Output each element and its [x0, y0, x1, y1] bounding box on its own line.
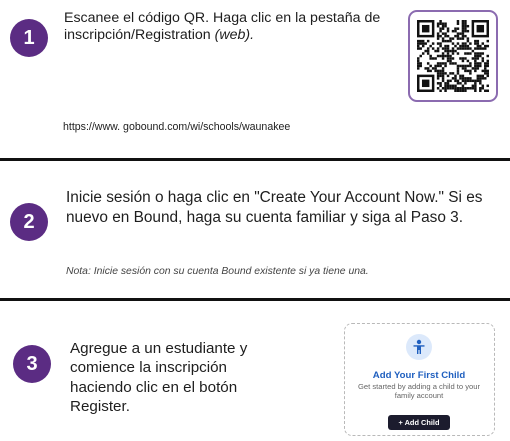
- divider-1: [0, 158, 510, 161]
- step-1-instructions: Escanee el código QR. Haga clic en la pe…: [64, 10, 384, 45]
- step-2-note: Nota: Inicie sesión con su cuenta Bound …: [66, 266, 369, 277]
- step-1-badge: 1: [10, 19, 48, 57]
- divider-2: [0, 298, 510, 301]
- step-2-badge: 2: [10, 203, 48, 241]
- registration-url[interactable]: https://www. gobound.com/wi/schools/waun…: [63, 121, 290, 134]
- add-child-subtitle: Get started by adding a child to your fa…: [358, 382, 480, 401]
- add-child-button[interactable]: + Add Child: [388, 415, 450, 430]
- step-3-badge: 3: [13, 345, 51, 383]
- step-2-instructions: Inicie sesión o haga clic en "Create You…: [66, 189, 483, 227]
- qr-code-image: [417, 20, 489, 92]
- add-child-card: Add Your First Child Get started by addi…: [344, 323, 495, 436]
- step-1-web-note: (web).: [214, 27, 255, 44]
- qr-code[interactable]: [408, 10, 498, 102]
- child-icon: [406, 334, 432, 360]
- add-first-child-title: Add Your First Child: [372, 370, 466, 381]
- step-3-instructions: Agregue a un estudiante y comience la in…: [70, 340, 248, 416]
